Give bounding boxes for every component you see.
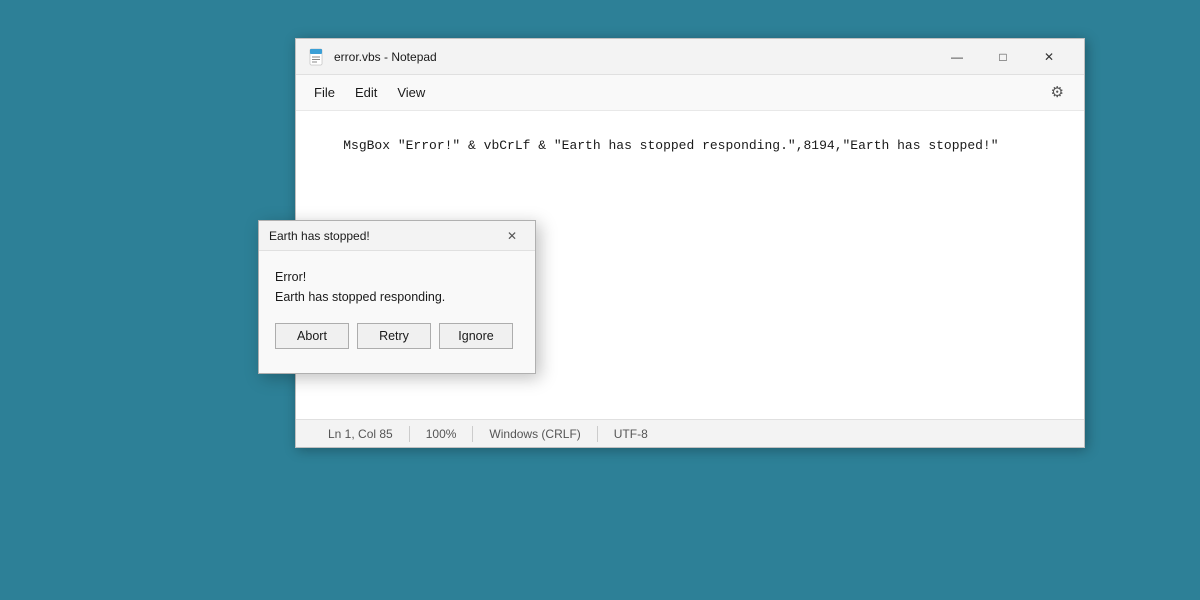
ignore-button[interactable]: Ignore xyxy=(439,323,513,349)
dialog-buttons: Abort Retry Ignore xyxy=(275,323,519,361)
editor-content: MsgBox "Error!" & vbCrLf & "Earth has st… xyxy=(343,138,998,153)
settings-icon[interactable]: ⚙ xyxy=(1043,80,1072,105)
encoding: UTF-8 xyxy=(598,427,664,441)
cursor-position: Ln 1, Col 85 xyxy=(312,427,409,441)
menu-view[interactable]: View xyxy=(387,81,435,104)
line-ending: Windows (CRLF) xyxy=(473,427,596,441)
retry-button[interactable]: Retry xyxy=(357,323,431,349)
error-dialog: Earth has stopped! ✕ Error! Earth has st… xyxy=(258,220,536,374)
window-title: error.vbs - Notepad xyxy=(334,50,934,64)
close-button[interactable]: ✕ xyxy=(1026,39,1072,75)
dialog-title: Earth has stopped! xyxy=(269,229,499,243)
dialog-content: Error! Earth has stopped responding. Abo… xyxy=(259,251,535,373)
status-bar: Ln 1, Col 85 100% Windows (CRLF) UTF-8 xyxy=(296,419,1084,447)
menu-file[interactable]: File xyxy=(304,81,345,104)
zoom-level: 100% xyxy=(410,427,473,441)
dialog-message-line2: Earth has stopped responding. xyxy=(275,287,519,307)
window-controls: — □ ✕ xyxy=(934,39,1072,75)
dialog-message: Error! Earth has stopped responding. xyxy=(275,267,519,307)
abort-button[interactable]: Abort xyxy=(275,323,349,349)
dialog-message-line1: Error! xyxy=(275,267,519,287)
menu-bar: File Edit View ⚙ xyxy=(296,75,1084,111)
dialog-title-bar: Earth has stopped! ✕ xyxy=(259,221,535,251)
title-bar: error.vbs - Notepad — □ ✕ xyxy=(296,39,1084,75)
notepad-icon xyxy=(308,48,326,66)
dialog-close-button[interactable]: ✕ xyxy=(499,225,525,247)
minimize-button[interactable]: — xyxy=(934,39,980,75)
menu-edit[interactable]: Edit xyxy=(345,81,387,104)
maximize-button[interactable]: □ xyxy=(980,39,1026,75)
